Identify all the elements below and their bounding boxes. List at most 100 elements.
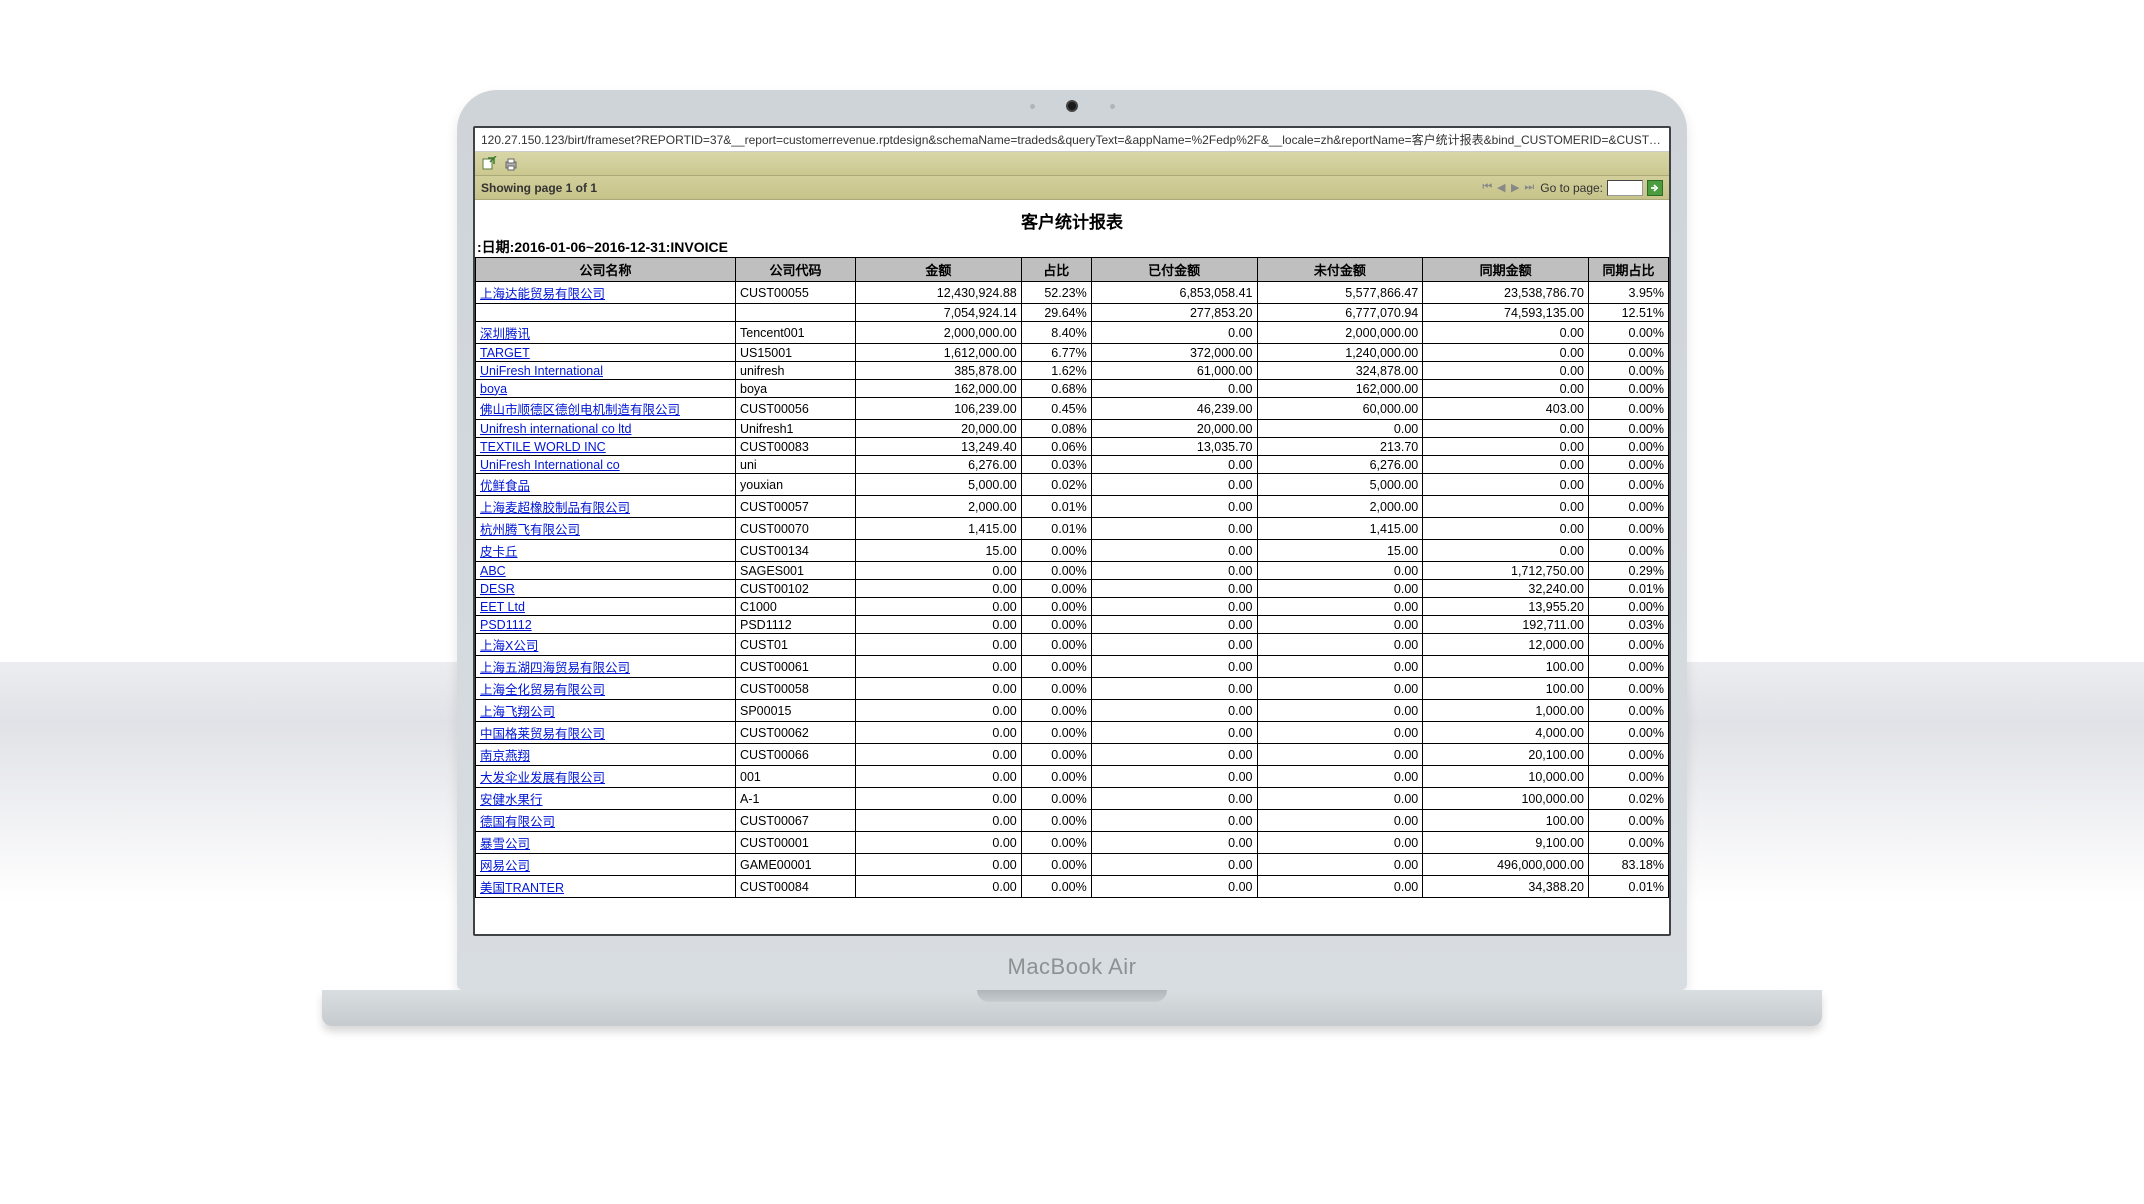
- cell-paid: 0.00: [1091, 634, 1257, 656]
- company-link[interactable]: Unifresh international co ltd: [480, 422, 631, 436]
- company-link[interactable]: 上海麦超橡胶制品有限公司: [480, 501, 630, 515]
- company-link[interactable]: 大发伞业发展有限公司: [480, 771, 605, 785]
- cell-code: C1000: [736, 598, 856, 616]
- table-row: boyaboya162,000.000.68%0.00162,000.000.0…: [476, 380, 1669, 398]
- cell-paid: 0.00: [1091, 598, 1257, 616]
- cell-pct: 0.00%: [1021, 832, 1091, 854]
- cell-code: unifresh: [736, 362, 856, 380]
- cell-code: [736, 304, 856, 322]
- cell-prev: 496,000,000.00: [1423, 854, 1589, 876]
- cell-code: CUST01: [736, 634, 856, 656]
- company-link[interactable]: DESR: [480, 582, 515, 596]
- company-link[interactable]: 德国有限公司: [480, 815, 555, 829]
- cell-prevpct: 0.00%: [1589, 344, 1669, 362]
- cell-code: Unifresh1: [736, 420, 856, 438]
- cell-paid: 0.00: [1091, 678, 1257, 700]
- company-link[interactable]: 美国TRANTER: [480, 881, 564, 895]
- cell-pct: 1.62%: [1021, 362, 1091, 380]
- cell-unpaid: 6,777,070.94: [1257, 304, 1423, 322]
- company-link[interactable]: TEXTILE WORLD INC: [480, 440, 606, 454]
- cell-prev: 0.00: [1423, 438, 1589, 456]
- cell-prevpct: 0.00%: [1589, 678, 1669, 700]
- cell-pct: 0.00%: [1021, 788, 1091, 810]
- company-link[interactable]: 上海全化贸易有限公司: [480, 683, 605, 697]
- company-link[interactable]: 杭州腾飞有限公司: [480, 523, 580, 537]
- cell-prevpct: 0.00%: [1589, 474, 1669, 496]
- export-icon[interactable]: [481, 156, 497, 172]
- cell-paid: 0.00: [1091, 616, 1257, 634]
- cell-paid: 13,035.70: [1091, 438, 1257, 456]
- cell-code: CUST00102: [736, 580, 856, 598]
- cell-unpaid: 60,000.00: [1257, 398, 1423, 420]
- cell-prevpct: 0.01%: [1589, 876, 1669, 898]
- cell-prevpct: 0.00%: [1589, 438, 1669, 456]
- cell-prevpct: 0.00%: [1589, 634, 1669, 656]
- cell-unpaid: 1,415.00: [1257, 518, 1423, 540]
- goto-page-button[interactable]: [1647, 180, 1663, 196]
- company-link[interactable]: 优鲜食品: [480, 479, 530, 493]
- cell-prev: 0.00: [1423, 474, 1589, 496]
- cell-prevpct: 0.00%: [1589, 766, 1669, 788]
- company-link[interactable]: 上海飞翔公司: [480, 705, 555, 719]
- cell-amount: 0.00: [856, 832, 1022, 854]
- cell-prev: 1,712,750.00: [1423, 562, 1589, 580]
- last-page-icon[interactable]: ⏭: [1522, 181, 1536, 194]
- cell-code: CUST00057: [736, 496, 856, 518]
- cell-prev: 403.00: [1423, 398, 1589, 420]
- company-link[interactable]: 网易公司: [480, 859, 530, 873]
- company-link[interactable]: 皮卡丘: [480, 545, 518, 559]
- company-link[interactable]: 上海五湖四海贸易有限公司: [480, 661, 630, 675]
- table-row: Unifresh international co ltd Unifresh1 20…: [476, 420, 1669, 438]
- company-link[interactable]: UniFresh International: [480, 364, 603, 378]
- cell-code: 001: [736, 766, 856, 788]
- cell-prevpct: 0.00%: [1589, 518, 1669, 540]
- company-link[interactable]: UniFresh International co: [480, 458, 620, 472]
- cell-prev: 1,000.00: [1423, 700, 1589, 722]
- cell-paid: 6,853,058.41: [1091, 282, 1257, 304]
- cell-unpaid: 0.00: [1257, 580, 1423, 598]
- company-link[interactable]: TARGET: [480, 346, 530, 360]
- cell-prev: 34,388.20: [1423, 876, 1589, 898]
- company-link[interactable]: 深圳腾讯: [480, 327, 530, 341]
- goto-page-input[interactable]: [1607, 180, 1643, 196]
- cell-code: CUST00066: [736, 744, 856, 766]
- company-link[interactable]: EET Ltd: [480, 600, 525, 614]
- company-link[interactable]: 安健水果行: [480, 793, 543, 807]
- laptop-brand: MacBook Air: [473, 936, 1671, 990]
- cell-paid: 0.00: [1091, 744, 1257, 766]
- company-link[interactable]: 暴雪公司: [480, 837, 530, 851]
- cell-prev: 0.00: [1423, 420, 1589, 438]
- cell-pct: 0.01%: [1021, 518, 1091, 540]
- table-row: 7,054,924.1429.64%277,853.206,777,070.94…: [476, 304, 1669, 322]
- cell-prevpct: 12.51%: [1589, 304, 1669, 322]
- cell-pct: 0.08%: [1021, 420, 1091, 438]
- company-link[interactable]: 上海达能贸易有限公司: [480, 287, 605, 301]
- cell-code: CUST00001: [736, 832, 856, 854]
- cell-prev: 4,000.00: [1423, 722, 1589, 744]
- company-link[interactable]: 佛山市顺德区德创电机制造有限公司: [480, 403, 680, 417]
- cell-pct: 0.00%: [1021, 876, 1091, 898]
- first-page-icon[interactable]: ⏮: [1480, 181, 1494, 194]
- next-page-icon[interactable]: ▶: [1508, 181, 1522, 194]
- cell-paid: 0.00: [1091, 474, 1257, 496]
- prev-page-icon[interactable]: ◀: [1494, 181, 1508, 194]
- cell-unpaid: 0.00: [1257, 656, 1423, 678]
- cell-prev: 0.00: [1423, 456, 1589, 474]
- company-link[interactable]: 南京燕翔: [480, 749, 530, 763]
- company-link[interactable]: 中国格莱贸易有限公司: [480, 727, 605, 741]
- cell-pct: 0.00%: [1021, 634, 1091, 656]
- cell-prev: 10,000.00: [1423, 766, 1589, 788]
- print-icon[interactable]: [503, 156, 519, 172]
- company-link[interactable]: ABC: [480, 564, 506, 578]
- cell-prevpct: 0.00%: [1589, 598, 1669, 616]
- address-bar[interactable]: 120.27.150.123/birt/frameset?REPORTID=37…: [475, 128, 1669, 152]
- cell-unpaid: 0.00: [1257, 722, 1423, 744]
- cell-prevpct: 0.00%: [1589, 656, 1669, 678]
- company-link[interactable]: 上海X公司: [480, 639, 538, 653]
- company-link[interactable]: PSD1112: [480, 618, 532, 632]
- cell-paid: 372,000.00: [1091, 344, 1257, 362]
- cell-paid: 20,000.00: [1091, 420, 1257, 438]
- company-link[interactable]: boya: [480, 382, 507, 396]
- cell-pct: 0.00%: [1021, 580, 1091, 598]
- cell-amount: 7,054,924.14: [856, 304, 1022, 322]
